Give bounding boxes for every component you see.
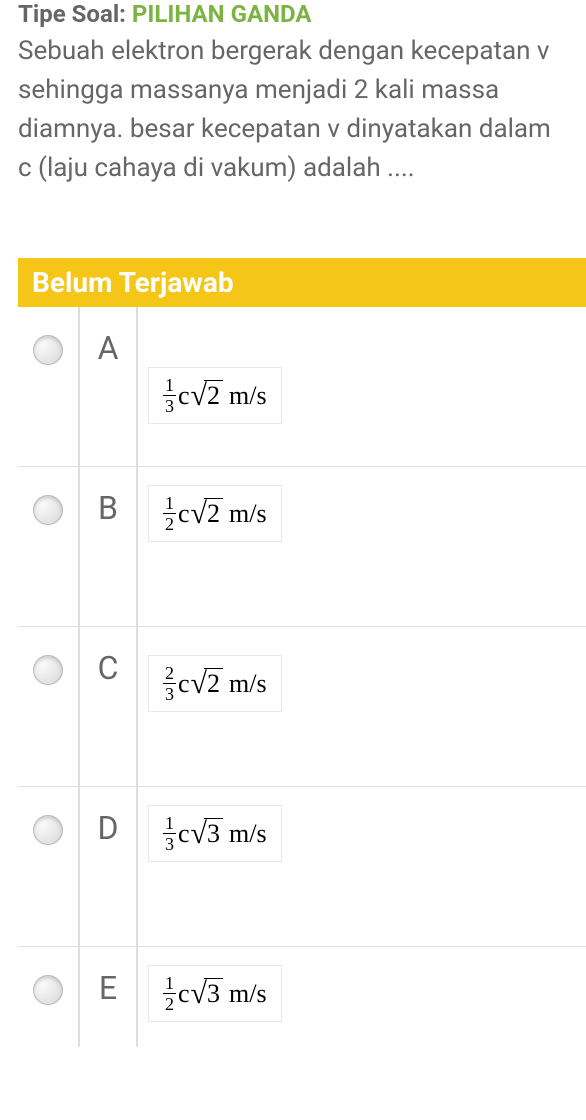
- frac-num: 2: [163, 664, 176, 684]
- radio-b[interactable]: [33, 495, 63, 525]
- radio-e[interactable]: [33, 975, 63, 1005]
- option-letter-e: E: [78, 947, 138, 1047]
- option-c-formula: 2 3 c √2 m/s: [148, 655, 282, 712]
- option-letter-c: C: [78, 627, 138, 786]
- radicand: 2: [204, 498, 223, 529]
- coef: c: [178, 819, 190, 849]
- option-a-row[interactable]: A 1 3 c √2 m/s: [18, 307, 586, 467]
- question-type-value: PILIHAN GANDA: [132, 0, 312, 28]
- question-text: Sebuah elektron bergerak dengan kecepata…: [18, 32, 568, 188]
- option-a-formula: 1 3 c √2 m/s: [148, 367, 282, 424]
- unit: m/s: [229, 979, 267, 1009]
- option-b-row[interactable]: B 1 2 c √2 m/s: [18, 467, 586, 627]
- coef: c: [178, 499, 190, 529]
- radio-d[interactable]: [33, 815, 63, 845]
- coef: c: [178, 381, 190, 411]
- option-letter-b: B: [78, 467, 138, 626]
- option-c-row[interactable]: C 2 3 c √2 m/s: [18, 627, 586, 787]
- frac-den: 3: [165, 684, 174, 703]
- radio-a[interactable]: [33, 335, 63, 365]
- option-b-formula: 1 2 c √2 m/s: [148, 485, 282, 542]
- options-list: A 1 3 c √2 m/s B 1 2 c: [18, 307, 586, 1047]
- frac-den: 3: [165, 834, 174, 853]
- question-type-label: Tipe Soal:: [18, 0, 132, 28]
- unit: m/s: [229, 669, 267, 699]
- frac-num: 1: [163, 376, 176, 396]
- radicand: 3: [204, 978, 223, 1009]
- option-d-formula: 1 3 c √3 m/s: [148, 805, 282, 862]
- answer-status-bar: Belum Terjawab: [18, 258, 586, 307]
- option-d-row[interactable]: D 1 3 c √3 m/s: [18, 787, 586, 947]
- option-letter-d: D: [78, 787, 138, 946]
- radicand: 2: [204, 380, 223, 411]
- frac-num: 1: [163, 814, 176, 834]
- option-e-formula: 1 2 c √3 m/s: [148, 965, 282, 1022]
- option-e-row[interactable]: E 1 2 c √3 m/s: [18, 947, 586, 1047]
- frac-den: 2: [165, 994, 174, 1013]
- coef: c: [178, 979, 190, 1009]
- coef: c: [178, 669, 190, 699]
- unit: m/s: [229, 819, 267, 849]
- unit: m/s: [229, 499, 267, 529]
- frac-den: 2: [165, 514, 174, 533]
- frac-den: 3: [165, 396, 174, 415]
- frac-num: 1: [163, 494, 176, 514]
- unit: m/s: [229, 381, 267, 411]
- option-letter-a: A: [78, 307, 138, 466]
- radio-c[interactable]: [33, 655, 63, 685]
- radicand: 3: [204, 818, 223, 849]
- radicand: 2: [204, 668, 223, 699]
- frac-num: 1: [163, 974, 176, 994]
